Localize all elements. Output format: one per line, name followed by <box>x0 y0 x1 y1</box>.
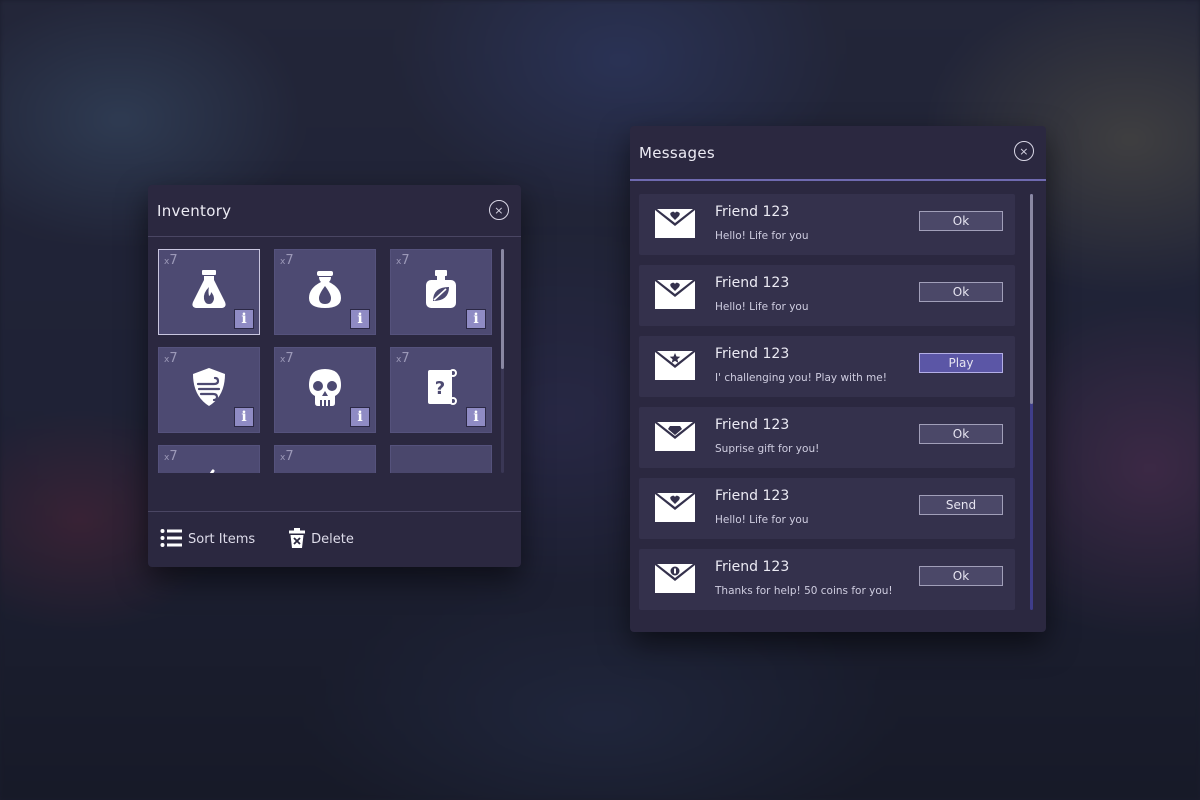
messages-title: Messages <box>639 143 715 162</box>
arrows-icon <box>303 463 347 473</box>
fire-potion-bag-icon <box>187 267 231 311</box>
inventory-slot[interactable]: x7 i <box>274 347 376 433</box>
inventory-slot[interactable]: x7 i <box>158 445 260 473</box>
message-item: Friend 123 Hello! Life for you Ok <box>639 265 1015 326</box>
heart-envelope-icon <box>655 209 695 238</box>
leaf-potion-bottle-icon <box>419 267 463 311</box>
list-icon <box>160 528 182 552</box>
close-icon: × <box>494 203 504 217</box>
water-drop-bag-icon <box>303 267 347 311</box>
skull-icon <box>303 365 347 409</box>
message-ok-button[interactable]: Ok <box>919 566 1003 586</box>
message-ok-button[interactable]: Ok <box>919 282 1003 302</box>
inventory-scrollbar-thumb[interactable] <box>501 249 504 369</box>
inventory-slot[interactable]: x7 i <box>158 249 260 335</box>
inventory-scrollbar[interactable] <box>501 249 504 473</box>
message-item: Friend 123 Thanks for help! 50 coins for… <box>639 549 1015 610</box>
inventory-panel: Inventory × x7 i x7 i x7 i x7 i x7 i x7 … <box>148 185 521 567</box>
message-ok-button[interactable]: Ok <box>919 424 1003 444</box>
inventory-slot-empty[interactable] <box>390 445 492 473</box>
message-item: Friend 123 Hello! Life for you Send <box>639 478 1015 539</box>
message-sender: Friend 123 <box>715 346 790 362</box>
messages-close-button[interactable]: × <box>1014 141 1034 161</box>
heart-envelope-icon <box>655 280 695 309</box>
heart-envelope-icon <box>655 493 695 522</box>
item-info-button[interactable]: i <box>234 309 254 329</box>
mystery-scroll-icon: ? <box>419 365 463 409</box>
message-item: Friend 123 Hello! Life for you Ok <box>639 194 1015 255</box>
inventory-grid-viewport: x7 i x7 i x7 i x7 i x7 i x7 ? i x7 x7 <box>158 249 498 473</box>
message-list: Friend 123 Hello! Life for you Ok Friend… <box>639 194 1015 620</box>
inventory-slot[interactable]: x7 i <box>274 445 376 473</box>
message-sender: Friend 123 <box>715 275 790 291</box>
delete-button[interactable]: Delete <box>289 527 354 552</box>
sort-items-button[interactable]: Sort Items <box>160 528 255 552</box>
messages-scrollbar-thumb[interactable] <box>1030 194 1033 404</box>
message-ok-button[interactable]: Ok <box>919 211 1003 231</box>
item-quantity: x7 <box>280 449 294 464</box>
item-quantity: x7 <box>280 253 294 268</box>
inventory-slot[interactable]: x7 i <box>390 249 492 335</box>
item-quantity: x7 <box>164 253 178 268</box>
message-text: Hello! Life for you <box>715 514 809 526</box>
inventory-close-button[interactable]: × <box>489 200 509 220</box>
inventory-slot[interactable]: x7 i <box>158 347 260 433</box>
item-quantity: x7 <box>164 351 178 366</box>
message-text: Suprise gift for you! <box>715 443 820 455</box>
item-info-button[interactable]: i <box>350 309 370 329</box>
message-sender: Friend 123 <box>715 204 790 220</box>
delete-label: Delete <box>311 532 354 547</box>
sort-items-label: Sort Items <box>188 532 256 547</box>
close-icon: × <box>1019 144 1029 158</box>
fishing-rod-icon <box>187 463 231 473</box>
inventory-title: Inventory <box>157 201 232 220</box>
star-envelope-icon <box>655 351 695 380</box>
message-item: Friend 123 I' challenging you! Play with… <box>639 336 1015 397</box>
message-text: Thanks for help! 50 coins for you! <box>715 585 893 597</box>
inventory-slot[interactable]: x7 ? i <box>390 347 492 433</box>
diamond-envelope-icon <box>655 422 695 451</box>
item-info-button[interactable]: i <box>466 309 486 329</box>
svg-text:?: ? <box>435 378 445 399</box>
item-info-button[interactable]: i <box>350 407 370 427</box>
message-text: I' challenging you! Play with me! <box>715 372 887 384</box>
messages-scrollbar[interactable] <box>1030 194 1033 610</box>
item-quantity: x7 <box>164 449 178 464</box>
messages-header: Messages × <box>630 126 1046 181</box>
message-item: Friend 123 Suprise gift for you! Ok <box>639 407 1015 468</box>
message-text: Hello! Life for you <box>715 230 809 242</box>
message-sender: Friend 123 <box>715 417 790 433</box>
wind-shield-icon <box>187 365 231 409</box>
trash-icon <box>289 527 306 552</box>
messages-panel: Messages × Friend 123 Hello! Life for yo… <box>630 126 1046 632</box>
inventory-grid: x7 i x7 i x7 i x7 i x7 i x7 ? i x7 x7 <box>158 249 498 473</box>
item-quantity: x7 <box>280 351 294 366</box>
inventory-header: Inventory × <box>148 185 521 237</box>
message-text: Hello! Life for you <box>715 301 809 313</box>
message-play-button[interactable]: Play <box>919 353 1003 373</box>
coin-envelope-icon <box>655 564 695 593</box>
inventory-slot[interactable]: x7 i <box>274 249 376 335</box>
message-send-button[interactable]: Send <box>919 495 1003 515</box>
message-sender: Friend 123 <box>715 488 790 504</box>
inventory-footer: Sort Items Delete <box>148 511 521 567</box>
message-sender: Friend 123 <box>715 559 790 575</box>
item-quantity: x7 <box>396 253 410 268</box>
item-info-button[interactable]: i <box>466 407 486 427</box>
item-quantity: x7 <box>396 351 410 366</box>
item-info-button[interactable]: i <box>234 407 254 427</box>
